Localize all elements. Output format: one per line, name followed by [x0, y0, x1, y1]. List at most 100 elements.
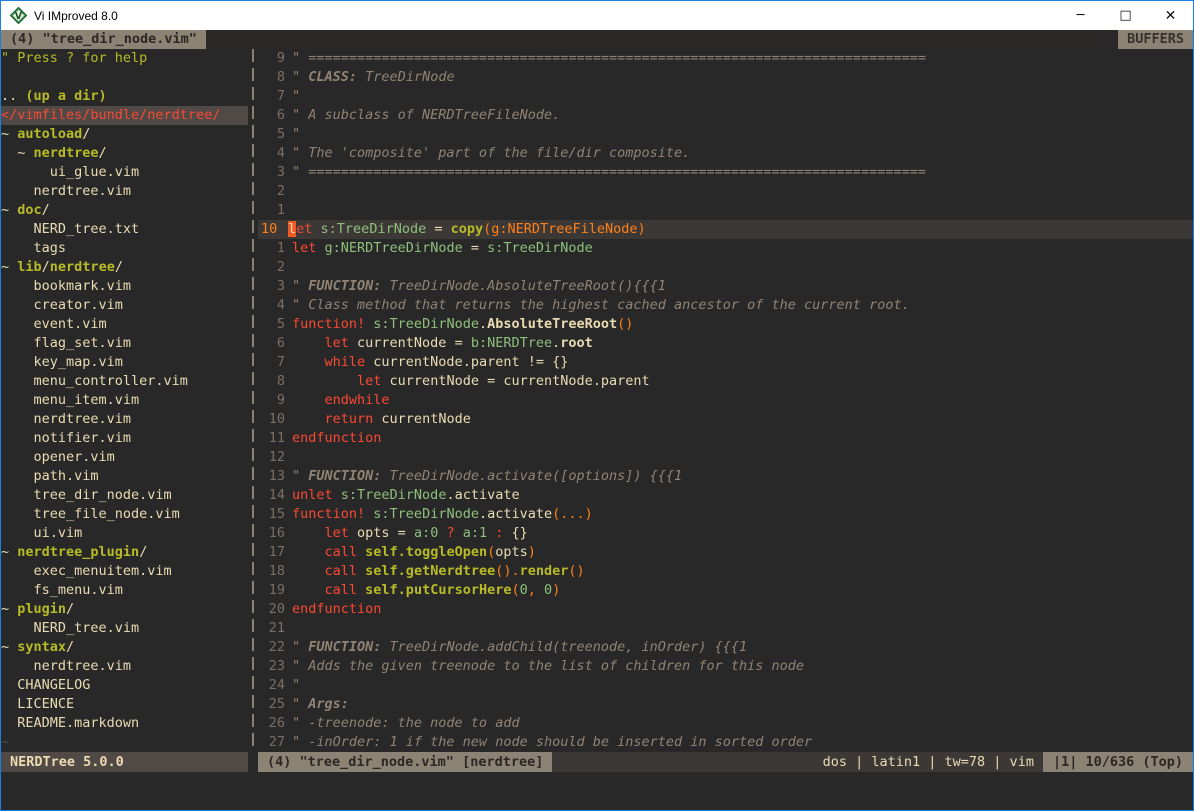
tree-item[interactable]: CHANGELOG	[1, 676, 248, 695]
code-line[interactable]: 9" =====================================…	[258, 49, 1193, 68]
window-split-separator[interactable]	[248, 49, 258, 752]
tree-item[interactable]: NERD_tree.vim	[1, 619, 248, 638]
tree-item[interactable]: LICENCE	[1, 695, 248, 714]
tree-item[interactable]: event.vim	[1, 315, 248, 334]
tree-item[interactable]: bookmark.vim	[1, 277, 248, 296]
code-line[interactable]: 16 let opts = a:0 ? a:1 : {}	[258, 524, 1193, 543]
code-line-current[interactable]: 10let s:TreeDirNode = copy(g:NERDTreeFil…	[258, 220, 1193, 239]
tree-item[interactable]: NERD_tree.txt	[1, 220, 248, 239]
code-line[interactable]: 1	[258, 201, 1193, 220]
tab-active[interactable]: (4) "tree_dir_node.vim"	[1, 30, 206, 49]
nerdtree-panel[interactable]: " Press ? for help .. (up a dir)</vimfile…	[1, 49, 248, 752]
code-line[interactable]: 4" Class method that returns the highest…	[258, 296, 1193, 315]
code-line[interactable]: 26" -treenode: the node to add	[258, 714, 1193, 733]
tree-item[interactable]: ~ nerdtree_plugin/	[1, 543, 248, 562]
code-line[interactable]: 21	[258, 619, 1193, 638]
tree-item[interactable]: creator.vim	[1, 296, 248, 315]
command-line[interactable]	[1, 772, 1193, 810]
code-line[interactable]: 2	[258, 258, 1193, 277]
code-line[interactable]: 3" =====================================…	[258, 163, 1193, 182]
line-number: 19	[258, 581, 292, 600]
line-number: 7	[258, 87, 292, 106]
tree-item[interactable]: notifier.vim	[1, 429, 248, 448]
minimize-button[interactable]: ─	[1058, 1, 1103, 30]
tree-item[interactable]: .. (up a dir)	[1, 87, 248, 106]
code-line[interactable]: 10 return currentNode	[258, 410, 1193, 429]
code-line[interactable]: 27" -inOrder: 1 if the new node should b…	[258, 733, 1193, 752]
close-button[interactable]: ✕	[1148, 1, 1193, 30]
maximize-button[interactable]: □	[1103, 1, 1148, 30]
code-token: "	[292, 468, 308, 484]
code-line[interactable]: 13" FUNCTION: TreeDirNode.activate([opti…	[258, 467, 1193, 486]
code-line[interactable]: 6" A subclass of NERDTreeFileNode.	[258, 106, 1193, 125]
tree-item[interactable]	[1, 68, 248, 87]
tree-item[interactable]: tree_file_node.vim	[1, 505, 248, 524]
code-line[interactable]: 20endfunction	[258, 600, 1193, 619]
code-line[interactable]: 7 while currentNode.parent != {}	[258, 353, 1193, 372]
code-line[interactable]: 24"	[258, 676, 1193, 695]
code-line[interactable]: 8" CLASS: TreeDirNode	[258, 68, 1193, 87]
tree-item[interactable]: tags	[1, 239, 248, 258]
code-token: " ======================================…	[292, 50, 926, 66]
code-line[interactable]: 8 let currentNode = currentNode.parent	[258, 372, 1193, 391]
code-text: " FUNCTION: TreeDirNode.AbsoluteTreeRoot…	[292, 278, 666, 294]
tree-item[interactable]: key_map.vim	[1, 353, 248, 372]
code-line[interactable]: 15function! s:TreeDirNode.activate(...)	[258, 505, 1193, 524]
tree-item[interactable]: exec_menuitem.vim	[1, 562, 248, 581]
tree-item[interactable]: nerdtree.vim	[1, 410, 248, 429]
tree-item[interactable]: menu_controller.vim	[1, 372, 248, 391]
code-line[interactable]: 18 call self.getNerdtree().render()	[258, 562, 1193, 581]
code-line[interactable]: 5function! s:TreeDirNode.AbsoluteTreeRoo…	[258, 315, 1193, 334]
code-line[interactable]: 23" Adds the given treenode to the list …	[258, 657, 1193, 676]
tree-item[interactable]: ui.vim	[1, 524, 248, 543]
code-token	[292, 525, 325, 541]
code-line[interactable]: 6 let currentNode = b:NERDTree.root	[258, 334, 1193, 353]
code-line[interactable]: 25" Args:	[258, 695, 1193, 714]
code-token: (...)	[552, 506, 593, 522]
tree-item[interactable]: menu_item.vim	[1, 391, 248, 410]
tree-item[interactable]: ~ autoload/	[1, 125, 248, 144]
tree-item[interactable]: ~ nerdtree/	[1, 144, 248, 163]
tree-item[interactable]: tree_dir_node.vim	[1, 486, 248, 505]
code-line[interactable]: 3" FUNCTION: TreeDirNode.AbsoluteTreeRoo…	[258, 277, 1193, 296]
code-token: endfunction	[292, 601, 381, 617]
editor-panel[interactable]: 9" =====================================…	[258, 49, 1193, 752]
code-token: )	[528, 544, 536, 560]
tree-item[interactable]: ~ plugin/	[1, 600, 248, 619]
code-token: ,	[528, 582, 536, 598]
code-token: 0	[520, 582, 528, 598]
code-line[interactable]: 17 call self.toggleOpen(opts)	[258, 543, 1193, 562]
code-line[interactable]: 7"	[258, 87, 1193, 106]
code-token: currentNode.parent != {}	[365, 354, 568, 370]
tree-item[interactable]: " Press ? for help	[1, 49, 248, 68]
tree-item[interactable]: path.vim	[1, 467, 248, 486]
tree-item[interactable]: ~	[1, 733, 248, 752]
code-token: NERD_tree.txt	[1, 221, 139, 237]
tree-item[interactable]: ~ lib/nerdtree/	[1, 258, 248, 277]
code-line[interactable]: 1let g:NERDTreeDirNode = s:TreeDirNode	[258, 239, 1193, 258]
tree-item[interactable]: fs_menu.vim	[1, 581, 248, 600]
tree-item[interactable]: nerdtree.vim	[1, 182, 248, 201]
tree-item[interactable]: ui_glue.vim	[1, 163, 248, 182]
code-text: endwhile	[292, 392, 390, 408]
title-bar[interactable]: V Vi IMproved 8.0 ─ □ ✕	[1, 1, 1193, 30]
tree-item[interactable]: nerdtree.vim	[1, 657, 248, 676]
tree-item[interactable]: ~ syntax/	[1, 638, 248, 657]
code-line[interactable]: 5"	[258, 125, 1193, 144]
code-line[interactable]: 9 endwhile	[258, 391, 1193, 410]
code-line[interactable]: 11endfunction	[258, 429, 1193, 448]
tree-item[interactable]: flag_set.vim	[1, 334, 248, 353]
code-line[interactable]: 2	[258, 182, 1193, 201]
tree-item-selected[interactable]: </vimfiles/bundle/nerdtree/	[1, 106, 248, 125]
code-token: .	[511, 563, 519, 579]
code-line[interactable]: 4" The 'composite' part of the file/dir …	[258, 144, 1193, 163]
tree-item[interactable]: README.markdown	[1, 714, 248, 733]
code-line[interactable]: 14unlet s:TreeDirNode.activate	[258, 486, 1193, 505]
code-line[interactable]: 22" FUNCTION: TreeDirNode.addChild(treen…	[258, 638, 1193, 657]
code-token: et	[296, 221, 312, 237]
code-token: /	[42, 202, 50, 218]
tree-item[interactable]: opener.vim	[1, 448, 248, 467]
code-line[interactable]: 12	[258, 448, 1193, 467]
tree-item[interactable]: ~ doc/	[1, 201, 248, 220]
code-line[interactable]: 19 call self.putCursorHere(0, 0)	[258, 581, 1193, 600]
